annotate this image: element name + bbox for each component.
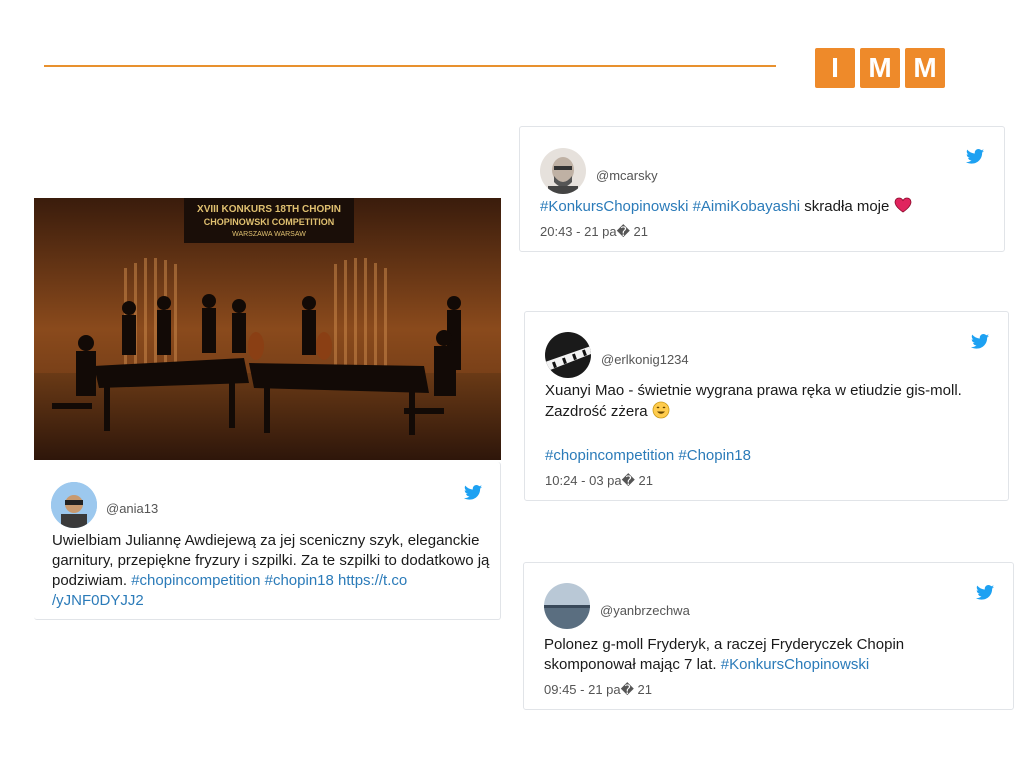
banner-line-2: CHOPINOWSKI COMPETITION (204, 217, 335, 227)
avatar (544, 583, 590, 629)
tweet-timestamp[interactable]: 10:24 - 03 pa� 21 (545, 473, 653, 489)
tweet-body: skradła moje (800, 198, 894, 215)
grin-emoji-icon (652, 401, 670, 425)
banner-line-1: XVIII KONKURS 18TH CHOPIN (197, 204, 341, 215)
tweet-card-mcarsky[interactable]: @mcarsky #KonkursChopinowski #AimiKobaya… (519, 126, 1005, 252)
avatar (540, 148, 586, 194)
tweet-text: Polonez g-moll Fryderyk, a raczej Fryder… (544, 635, 1004, 675)
tweet-hashtags[interactable]: #chopincompetition #chopin18 https://t.c… (131, 572, 407, 589)
twitter-bird-icon[interactable] (966, 149, 984, 164)
tweet-body-line-2: Zazdrość zżera (545, 403, 652, 420)
logo-letter-m2: M (905, 48, 945, 88)
tweet-hashtags: #chopincompetition #Chopin18 (545, 446, 751, 466)
tweet-timestamp[interactable]: 09:45 - 21 pa� 21 (544, 682, 652, 698)
tweet-card-yanbrzechwa[interactable]: @yanbrzechwa Polonez g-moll Fryderyk, a … (523, 562, 1014, 710)
tweet-card-ania13[interactable]: @ania13 Uwielbiam Juliannę Awdiejewą za … (34, 462, 501, 620)
avatar (51, 482, 97, 528)
banner-line-3: WARSZAWA WARSAW (232, 231, 306, 238)
avatar (545, 332, 591, 378)
tweet-text: #KonkursChopinowski #AimiKobayashi skrad… (540, 197, 990, 219)
logo-letter-i: I (815, 48, 855, 88)
tweet-body-line-2: skomponował mając 7 lat. (544, 656, 721, 673)
concert-photo: XVIII KONKURS 18TH CHOPIN CHOPINOWSKI CO… (34, 198, 501, 460)
tweet-text: Uwielbiam Juliannę Awdiejewą za jej scen… (52, 531, 492, 611)
heart-icon (894, 197, 912, 219)
twitter-bird-icon[interactable] (976, 585, 994, 600)
twitter-bird-icon[interactable] (971, 334, 989, 349)
tweet-hashtags[interactable]: #KonkursChopinowski (721, 656, 869, 673)
tweet-card-erlkonig1234[interactable]: @erlkonig1234 Xuanyi Mao - świetnie wygr… (524, 311, 1009, 501)
header-rule (44, 65, 776, 67)
tweet-text: Xuanyi Mao - świetnie wygrana prawa ręka… (545, 381, 1000, 425)
logo-letter-m1: M (860, 48, 900, 88)
tweet-handle[interactable]: @yanbrzechwa (600, 603, 690, 618)
tweet-hashtag-links[interactable]: #chopincompetition #Chopin18 (545, 447, 751, 464)
tweet-hashtags[interactable]: #KonkursChopinowski #AimiKobayashi (540, 198, 800, 215)
tweet-handle[interactable]: @ania13 (106, 501, 158, 516)
imm-logo: I M M (815, 48, 945, 88)
tweet-body-line-1: Polonez g-moll Fryderyk, a raczej Fryder… (544, 636, 905, 653)
tweet-link[interactable]: /yJNF0DYJJ2 (52, 592, 144, 609)
twitter-bird-icon[interactable] (464, 485, 482, 500)
tweet-timestamp[interactable]: 20:43 - 21 pa� 21 (540, 224, 648, 240)
tweet-handle[interactable]: @erlkonig1234 (601, 352, 689, 367)
tweet-body-line-1: Xuanyi Mao - świetnie wygrana prawa ręka… (545, 382, 962, 399)
tweet-handle[interactable]: @mcarsky (596, 168, 658, 183)
